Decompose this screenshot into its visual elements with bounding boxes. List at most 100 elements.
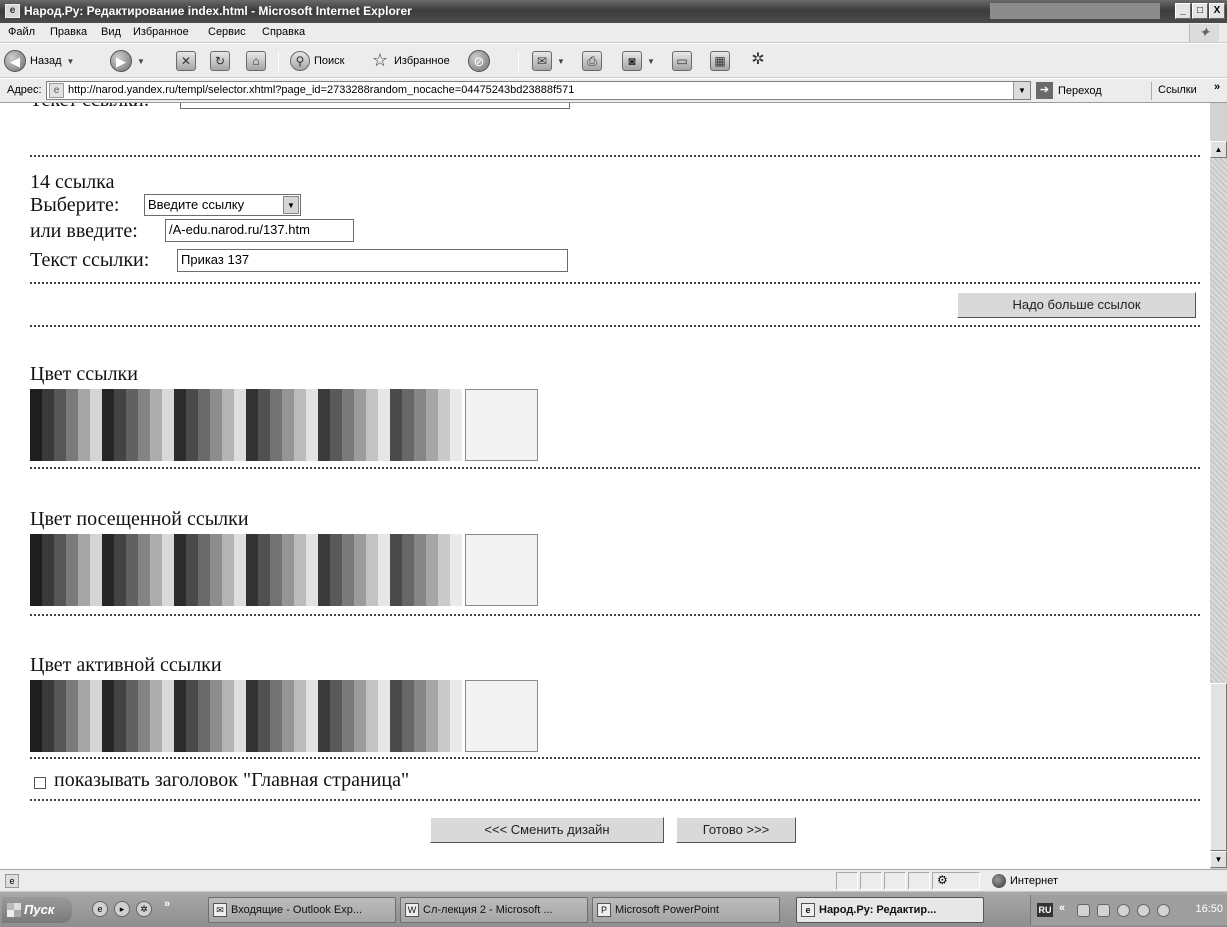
edit-dropdown-icon[interactable]: ▼ [647,57,655,66]
color-swatch[interactable] [174,534,186,606]
scroll-up-arrow-icon[interactable]: ▲ [1210,141,1227,158]
mail-button[interactable]: ✉ ▼ [532,49,565,73]
media-button[interactable]: ⊘ [468,49,490,73]
color-swatch[interactable] [390,680,402,752]
color-swatch[interactable] [438,680,450,752]
color-swatch[interactable] [294,534,306,606]
back-dropdown-icon[interactable]: ▼ [67,57,75,66]
active-color-palette[interactable] [30,680,462,752]
research-button[interactable]: ▦ [710,49,730,73]
color-swatch[interactable] [366,680,378,752]
address-url[interactable]: http://narod.yandex.ru/templ/selector.xh… [68,84,574,96]
tray-shield-icon[interactable] [1117,904,1130,917]
color-swatch[interactable] [66,680,78,752]
select-arrow-icon[interactable]: ▼ [283,196,299,214]
tray-update-icon[interactable] [1137,904,1150,917]
search-button[interactable]: ⚲ Поиск [290,49,344,73]
color-swatch[interactable] [114,680,126,752]
color-swatch[interactable] [258,389,270,461]
color-swatch[interactable] [402,680,414,752]
mail-dropdown-icon[interactable]: ▼ [557,57,565,66]
color-swatch[interactable] [246,389,258,461]
task-ie-active[interactable]: e Народ.Ру: Редактир... [796,897,984,923]
color-swatch[interactable] [402,389,414,461]
prev-text-field[interactable] [180,103,570,109]
color-swatch[interactable] [186,534,198,606]
task-powerpoint[interactable]: P Microsoft PowerPoint [592,897,780,923]
color-swatch[interactable] [366,389,378,461]
color-swatch[interactable] [426,389,438,461]
color-swatch[interactable] [366,534,378,606]
color-swatch[interactable] [174,389,186,461]
change-design-button[interactable]: <<< Сменить дизайн [430,817,664,843]
color-swatch[interactable] [246,680,258,752]
color-swatch[interactable] [378,680,390,752]
refresh-button[interactable]: ↻ [210,49,230,73]
tray-app-icon[interactable] [1097,904,1110,917]
task-outlook[interactable]: ✉ Входящие - Outlook Exp... [208,897,396,923]
color-swatch[interactable] [450,389,462,461]
links-chevron-icon[interactable]: » [1214,81,1220,93]
color-swatch[interactable] [450,534,462,606]
link-select[interactable]: Введите ссылку ▼ [144,194,301,216]
done-button[interactable]: Готово >>> [676,817,796,843]
color-swatch[interactable] [270,534,282,606]
color-swatch[interactable] [198,389,210,461]
edit-button[interactable]: ◙ ▼ [622,49,655,73]
link-color-palette[interactable] [30,389,462,461]
close-button[interactable]: X [1209,3,1225,19]
color-swatch[interactable] [378,389,390,461]
color-swatch[interactable] [318,534,330,606]
color-swatch[interactable] [270,389,282,461]
menu-edit[interactable]: Правка [50,26,87,38]
color-swatch[interactable] [450,680,462,752]
visited-color-palette[interactable] [30,534,462,606]
maximize-button[interactable]: □ [1192,3,1208,19]
tray-expand-icon[interactable]: « [1059,902,1065,914]
color-swatch[interactable] [330,389,342,461]
language-indicator[interactable]: RU [1037,903,1053,917]
show-header-checkbox[interactable] [34,777,46,789]
task-word[interactable]: W Сл-лекция 2 - Microsoft ... [400,897,588,923]
color-swatch[interactable] [426,534,438,606]
menu-view[interactable]: Вид [101,26,121,38]
color-swatch[interactable] [414,680,426,752]
color-swatch[interactable] [126,389,138,461]
color-swatch[interactable] [138,680,150,752]
color-swatch[interactable] [426,680,438,752]
color-swatch[interactable] [318,389,330,461]
color-swatch[interactable] [258,534,270,606]
color-swatch[interactable] [414,534,426,606]
color-swatch[interactable] [90,534,102,606]
color-swatch[interactable] [402,534,414,606]
color-swatch[interactable] [54,389,66,461]
color-swatch[interactable] [42,389,54,461]
go-button[interactable]: ➔ Переход [1036,82,1102,99]
color-swatch[interactable] [258,680,270,752]
color-swatch[interactable] [102,680,114,752]
quicklaunch-chevron-icon[interactable]: » [164,898,170,910]
color-swatch[interactable] [210,680,222,752]
color-swatch[interactable] [306,389,318,461]
color-swatch[interactable] [162,389,174,461]
color-swatch[interactable] [90,680,102,752]
links-button[interactable]: Ссылки [1158,84,1197,96]
color-swatch[interactable] [390,534,402,606]
color-swatch[interactable] [318,680,330,752]
more-links-button[interactable]: Надо больше ссылок [957,292,1196,318]
color-swatch[interactable] [222,389,234,461]
color-swatch[interactable] [126,534,138,606]
color-swatch[interactable] [234,534,246,606]
color-swatch[interactable] [162,534,174,606]
media-quicklaunch-icon[interactable]: ▸ [114,901,130,917]
color-swatch[interactable] [162,680,174,752]
color-swatch[interactable] [234,389,246,461]
print-button[interactable]: ⎙ [582,49,602,73]
color-swatch[interactable] [378,534,390,606]
color-swatch[interactable] [330,680,342,752]
color-swatch[interactable] [342,680,354,752]
color-swatch[interactable] [198,534,210,606]
favorites-button[interactable]: ☆ Избранное [370,49,450,73]
color-swatch[interactable] [306,534,318,606]
color-swatch[interactable] [270,680,282,752]
